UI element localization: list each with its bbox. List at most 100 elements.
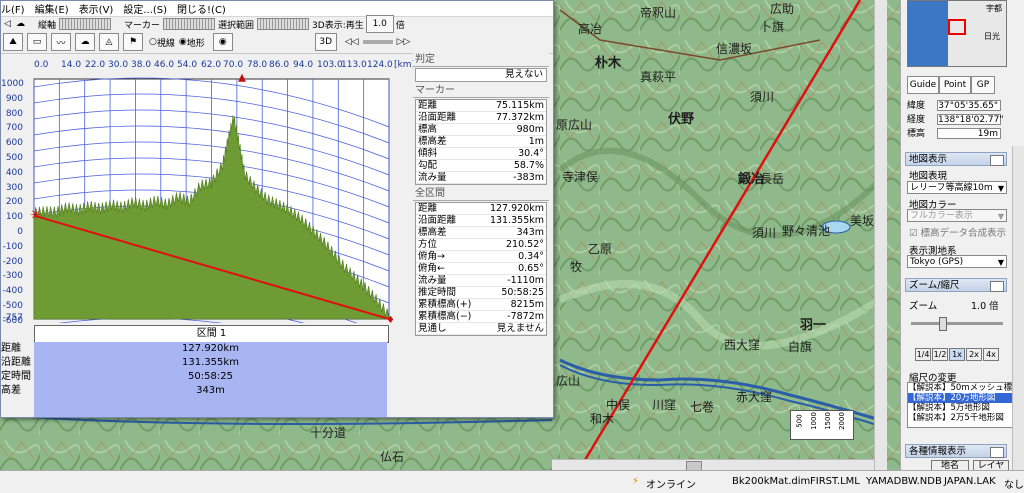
rewind-icon[interactable]: ◁◁ [345,37,359,47]
scale-list-item[interactable]: 【解説本】50mメッシュ標 [908,383,1012,393]
map-vertical-scrollbar[interactable] [874,0,887,470]
straight-mode-icon[interactable]: ▭ [27,33,47,51]
terrain-radio[interactable]: ◉ [179,37,187,47]
menu-view[interactable]: 表示(V) [79,1,114,16]
menu-file[interactable]: ル(F) [1,1,25,16]
distance-tick-label: 22.0 [85,60,106,70]
map-expr-label: 地図表現 [909,171,948,182]
zoom-4x-button[interactable]: 4x [983,348,999,361]
forward-icon[interactable]: ▷▷ [397,37,411,47]
info-row: 推定時間 50:58:25 [416,286,546,299]
marker-slider[interactable] [163,18,216,30]
map-label: 長岳 [760,172,785,186]
zoom-value: 1.0 倍 [971,301,999,312]
info-row: 距離 127.920km [416,203,546,215]
speed-unit: 倍 [395,20,405,31]
zoom-slider-thumb[interactable] [939,317,947,331]
overview-minimap[interactable]: 日光 宇都 [907,0,1007,67]
label-time: 定時間 [1,371,31,382]
chart-mode-icon[interactable]: ⛰ [3,33,23,51]
menu-settings[interactable]: 設定...(S) [123,1,167,16]
menu-edit[interactable]: 編集(E) [35,1,69,16]
info-value: 127.920km [480,203,546,215]
map-label: 野々清池 [782,224,831,238]
altitude-row: 標高 19m [907,128,1003,139]
info-header[interactable]: 各種情報表示 [905,444,1007,458]
distance-tick-label: 86.0 [269,60,290,70]
collapse-icon[interactable] [990,281,1004,292]
profile-chart[interactable]: 1000 900 800 700 600 500 400 300 200 100 0 -100 -200… [1,73,411,417]
view3d-button[interactable]: 3D [314,33,337,51]
cloud-mode-icon[interactable]: ☁ [75,33,95,51]
info-key: 累積標高(+) [416,298,481,311]
map-label: 牧 [570,260,583,274]
section-title: 区間 1 [34,325,389,343]
clear-icon[interactable]: ◬ [99,33,119,51]
info-value: 30.4° [474,147,546,160]
latitude-row: 緯度 37°05'35.65" [907,100,1003,111]
zoom-label: ズーム [909,301,938,312]
info-key: 距離 [416,100,475,112]
vertical-axis-slider[interactable] [59,18,112,30]
scale-list-item[interactable]: 【解説本】2万5千地形図 [908,413,1012,423]
chevron-down-icon: ▼ [997,258,1004,267]
arrow-icon[interactable]: ◁ [4,19,16,29]
curve-mode-icon[interactable]: 〰 [51,33,71,51]
section-left-labels: 距離 沿距離 定時間 高差 [1,342,31,398]
distance-tick-label: 46.0 [154,60,175,70]
map-expr-value: レリーフ等高線10m [910,183,993,193]
map-display-header[interactable]: 地図表示 [905,152,1007,166]
observer-icon: ✳ [30,208,42,224]
map-display-title: 地図表示 [909,154,948,165]
point-button[interactable]: Point [939,76,971,94]
zoom-1x-button[interactable]: 1x [949,348,965,361]
dem-checkbox-label: 標高データ合成表示 [920,228,1007,239]
zoom-2x-button[interactable]: 2x [966,348,982,361]
zoom-quarter-button[interactable]: 1/4 [915,348,931,361]
scale-list[interactable]: 【解説本】50mメッシュ標 【解説本】20万地形図 【解説本】5万地形図 【解説… [907,382,1013,428]
scale-list-item[interactable]: 【解説本】5万地形図 [908,403,1012,413]
info-key: 傾斜 [416,147,475,160]
collapse-icon[interactable] [990,155,1004,166]
scale-tick: 1500 [823,412,832,430]
range-slider[interactable] [257,18,310,30]
distance-tick-label: 38.0 [131,60,152,70]
menu-close[interactable]: 閉じる!(C) [177,1,226,16]
camera-icon[interactable]: ◉ [212,33,233,51]
gps-button[interactable]: GP [971,76,995,94]
info-key: 見通し [416,322,481,335]
sightline-radio[interactable]: ○ [149,37,157,47]
map-label: 羽一 [800,318,827,333]
info-row: 標高差 1m [416,135,546,148]
collapse-icon[interactable] [990,447,1004,458]
whole-table-box: 距離 127.920km 沿面距離 131.355km 標高差 343m 方位 210.52°… [415,202,547,336]
zoom-header[interactable]: ズーム/縮尺 [905,278,1007,292]
scale-list-item[interactable]: 【解説本】20万地形図 [908,393,1012,403]
speed-select[interactable]: 1.0 [365,15,394,33]
info-value: -383m [474,171,546,184]
map-expr-select[interactable]: レリーフ等高線10m ▼ [907,181,1007,194]
flag-icon[interactable]: ⚑ [123,33,143,51]
play-slider[interactable] [362,40,393,44]
scale-tick: 500 [795,414,804,428]
dem-checkbox-row[interactable]: ☑ 標高データ合成表示 [909,225,1006,239]
zoom-half-button[interactable]: 1/2 [932,348,948,361]
longitude-label: 経度 [907,115,926,125]
info-value: 0.34° [480,250,546,263]
cloud-icon[interactable]: ☁ [16,19,28,29]
map-label: 信濃坂 [716,42,753,56]
info-row: 標高差 343m [416,226,546,239]
info-row: 累積標高(−) -7872m [416,310,546,323]
datum-select[interactable]: Tokyo (GPS) ▼ [907,255,1007,268]
distance-tick-label: 14.0 [61,60,82,70]
info-row: 傾斜 30.4° [416,147,546,160]
zoom-slider[interactable] [911,317,1003,331]
sidebar-scrollbar[interactable] [1012,146,1024,470]
map-label: 乙原 [588,242,613,256]
map-color-select[interactable]: フルカラー表示 ▼ [907,209,1007,222]
whole-table: 距離 127.920km 沿面距離 131.355km 標高差 343m 方位 210.52°… [416,203,546,335]
map-label: 白旗 [788,340,813,354]
map-label: 川窪 [652,398,677,412]
guide-button[interactable]: Guide [907,76,939,94]
info-row: 沿面距離 131.355km [416,214,546,227]
